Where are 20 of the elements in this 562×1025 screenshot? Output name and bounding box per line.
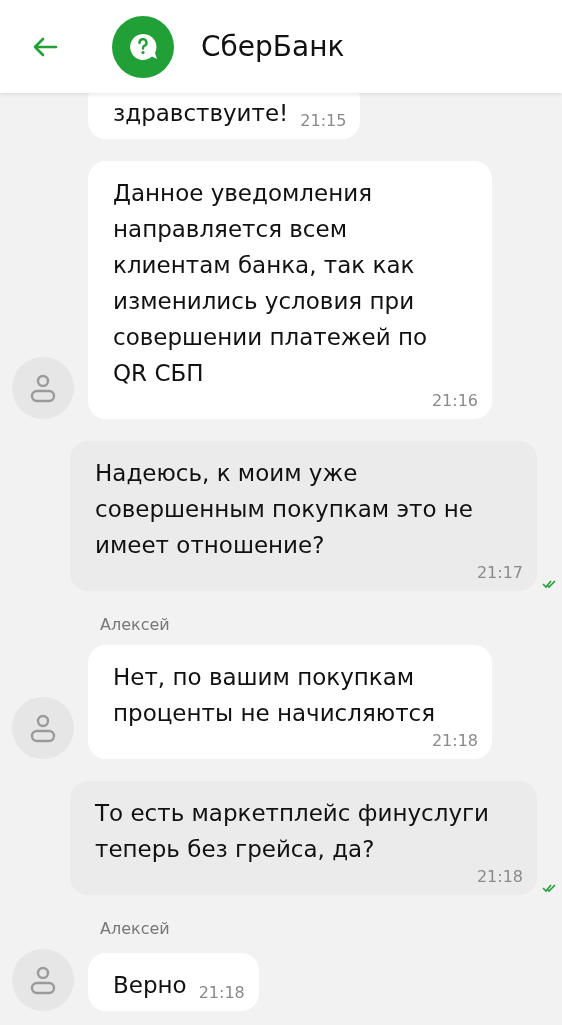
chat-title: СберБанк [201, 28, 345, 65]
message-text: здравствуите! [113, 99, 289, 128]
sender-name: Алексей [100, 614, 171, 636]
message-text: То есть маркетплейс финуслуги теперь без грейса, да? [95, 799, 491, 864]
message-text: Данное уведомления направляется всем клиентам банка, так как изменились условия при совершении платежей по QR СБП [113, 179, 429, 388]
sender-name: Алексей [100, 918, 171, 940]
message-time: 21:16 [431, 391, 478, 411]
message-time: 21:17 [476, 563, 523, 583]
person-icon [30, 713, 56, 743]
message-text: Верно [113, 971, 187, 1000]
person-icon [30, 965, 56, 995]
question-bubble-icon [128, 31, 158, 62]
back-arrow-icon [32, 35, 58, 58]
message-text: Надеюсь, к моим уже совершенным покупкам это не имеет отношение? [95, 459, 474, 560]
message-time: 21:15 [300, 111, 347, 131]
person-icon [30, 373, 56, 403]
message-time: 21:18 [476, 867, 523, 887]
message-time: 21:18 [198, 983, 245, 1003]
message-time: 21:18 [431, 731, 478, 751]
message-text: Нет, по вашим покупкам проценты не начисляются [113, 663, 436, 728]
